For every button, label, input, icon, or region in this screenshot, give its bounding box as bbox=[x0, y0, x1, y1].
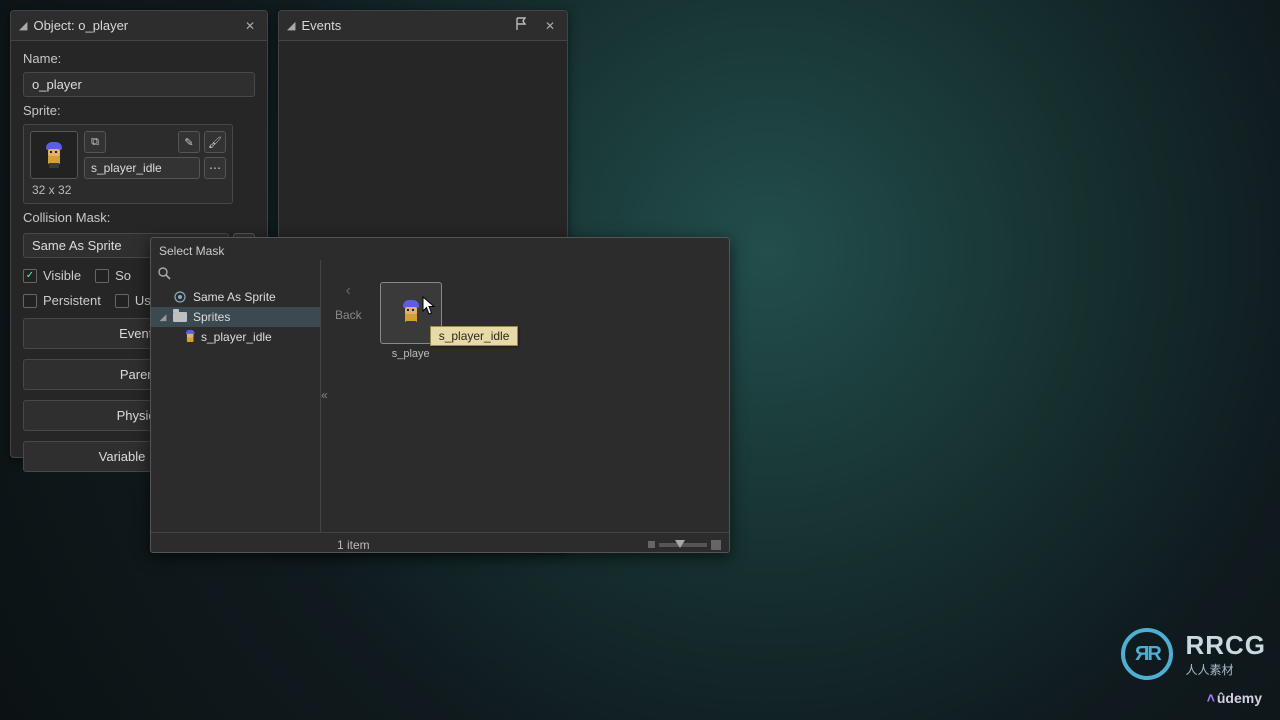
persistent-checkbox[interactable] bbox=[23, 294, 37, 308]
tree-item-same-as-sprite[interactable]: Same As Sprite bbox=[151, 287, 320, 307]
visible-label: Visible bbox=[43, 268, 81, 283]
close-icon[interactable]: ✕ bbox=[241, 17, 259, 35]
popup-footer: 1 item bbox=[151, 532, 729, 556]
udemy-watermark: ˄ ûdemy bbox=[1207, 690, 1262, 706]
rrcg-watermark: ЯR RRCG 人人素材 bbox=[1121, 628, 1266, 680]
persistent-label: Persistent bbox=[43, 293, 101, 308]
sprite-name-field[interactable]: s_player_idle bbox=[84, 157, 200, 179]
visible-checkbox-row[interactable]: ✓ Visible bbox=[23, 268, 81, 283]
thumb-label: s_playe bbox=[380, 348, 442, 360]
visible-checkbox[interactable]: ✓ bbox=[23, 269, 37, 283]
paint-sprite-icon[interactable]: 🖌 bbox=[204, 131, 226, 153]
content-pane: ‹ Back s_playe s_player_idle bbox=[321, 260, 729, 532]
udemy-caret-icon: ˄ bbox=[1207, 690, 1215, 706]
sprite-preview[interactable] bbox=[30, 131, 78, 179]
select-mask-title: Select Mask bbox=[151, 238, 729, 260]
edit-sprite-icon[interactable]: ✎ bbox=[178, 131, 200, 153]
sprite-box: ⧉ ✎ 🖌 s_player_idle ⋯ 32 x 32 bbox=[23, 124, 233, 204]
tooltip: s_player_idle bbox=[430, 326, 519, 346]
name-input[interactable]: o_player bbox=[23, 72, 255, 97]
sprite-more-button[interactable]: ⋯ bbox=[204, 157, 226, 179]
zoom-slider[interactable] bbox=[648, 540, 721, 550]
flag-icon bbox=[515, 17, 529, 34]
search-icon bbox=[157, 266, 171, 280]
thumb-s-player-idle-container[interactable]: s_playe s_player_idle bbox=[380, 282, 442, 360]
rrcg-brand: RRCG bbox=[1185, 630, 1266, 661]
solid-checkbox[interactable] bbox=[95, 269, 109, 283]
persistent-checkbox-row[interactable]: Persistent bbox=[23, 293, 101, 308]
tree-label: Same As Sprite bbox=[193, 290, 276, 304]
item-count: 1 item bbox=[337, 538, 370, 552]
close-icon[interactable]: ✕ bbox=[541, 17, 559, 35]
rrcg-ring-icon: ЯR bbox=[1121, 628, 1173, 680]
object-title: Object: o_player bbox=[33, 18, 241, 33]
collapse-handle-icon[interactable]: « bbox=[321, 388, 328, 402]
uses-checkbox-row[interactable]: Us bbox=[115, 293, 151, 308]
back-label: Back bbox=[335, 308, 362, 322]
player-sprite-icon bbox=[43, 142, 65, 168]
zoom-small-icon bbox=[648, 541, 655, 548]
events-titlebar[interactable]: ◢ Events ✕ bbox=[279, 11, 567, 41]
udemy-label: ûdemy bbox=[1217, 690, 1262, 706]
zoom-handle[interactable] bbox=[675, 540, 685, 548]
solid-label-partial: So bbox=[115, 268, 131, 283]
tree-item-s-player-idle[interactable]: s_player_idle bbox=[151, 327, 320, 347]
sprite-label: Sprite: bbox=[23, 103, 255, 118]
search-row[interactable] bbox=[151, 264, 320, 287]
uses-label-partial: Us bbox=[135, 293, 151, 308]
object-titlebar[interactable]: ◢ Object: o_player ✕ bbox=[11, 11, 267, 41]
rrcg-brand-sub: 人人素材 bbox=[1185, 661, 1266, 678]
tree-label: s_player_idle bbox=[201, 330, 272, 344]
back-arrow-icon: ‹ bbox=[346, 282, 351, 300]
zoom-large-icon bbox=[711, 540, 721, 550]
folder-icon bbox=[173, 310, 187, 324]
tree-pane: Same As Sprite ◢ Sprites s_player_idle bbox=[151, 260, 321, 532]
name-label: Name: bbox=[23, 51, 255, 66]
expand-sprite-icon[interactable]: ⧉ bbox=[84, 131, 106, 153]
tree-expand-icon[interactable]: ◢ bbox=[159, 312, 167, 323]
zoom-track[interactable] bbox=[659, 543, 707, 547]
player-sprite-icon bbox=[400, 300, 422, 326]
sprite-mini-icon bbox=[181, 330, 195, 344]
tree-label: Sprites bbox=[193, 310, 230, 324]
collision-mask-label: Collision Mask: bbox=[23, 210, 255, 225]
tree-item-sprites-folder[interactable]: ◢ Sprites bbox=[151, 307, 320, 327]
sprite-dimensions: 32 x 32 bbox=[30, 179, 226, 197]
solid-checkbox-row[interactable]: So bbox=[95, 268, 131, 283]
collapse-icon[interactable]: ◢ bbox=[19, 19, 27, 32]
events-title: Events bbox=[301, 18, 515, 33]
select-mask-popup: Select Mask Same As Sprite ◢ Sprites bbox=[150, 237, 730, 553]
uses-checkbox[interactable] bbox=[115, 294, 129, 308]
collapse-icon[interactable]: ◢ bbox=[287, 19, 295, 32]
back-button[interactable]: ‹ Back bbox=[335, 282, 362, 322]
mask-icon bbox=[173, 290, 187, 304]
